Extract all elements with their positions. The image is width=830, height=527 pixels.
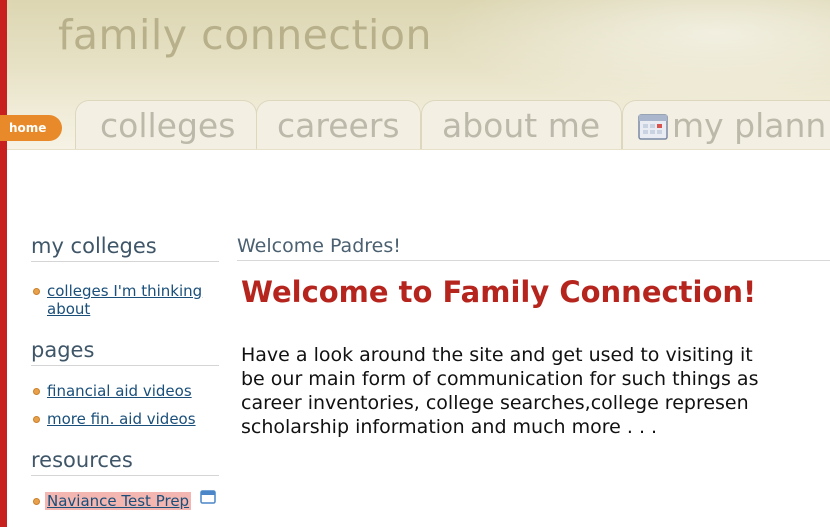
bullet-icon [33, 288, 40, 295]
external-window-icon[interactable] [200, 490, 216, 504]
header-glow [437, 0, 830, 110]
header-divider [7, 149, 830, 150]
tab-about-me[interactable]: about me [421, 100, 622, 150]
body-line: scholarship information and much more . … [241, 416, 658, 438]
tab-home[interactable]: home [0, 115, 62, 141]
left-accent-bar [0, 0, 7, 527]
bullet-icon [33, 388, 40, 395]
tab-careers-label: careers [277, 106, 400, 145]
body-line: career inventories, college searches,col… [241, 392, 749, 414]
tab-my-planner[interactable]: my plann [622, 100, 830, 150]
sidebar-heading-pages: pages [31, 336, 219, 366]
body-line: Have a look around the site and get used… [241, 344, 753, 366]
bullet-icon [33, 416, 40, 423]
tab-colleges-label: colleges [100, 106, 236, 145]
tab-colleges[interactable]: colleges [75, 100, 257, 150]
sidebar-link-label[interactable]: Naviance Test Prep [45, 492, 192, 510]
sidebar-link-label[interactable]: colleges I'm thinking about [47, 282, 217, 318]
sidebar-link-label[interactable]: more fin. aid videos [47, 410, 196, 428]
sidebar-heading-my-colleges: my colleges [31, 232, 219, 262]
welcome-heading: Welcome Padres! [237, 232, 830, 261]
site-title: family connection [58, 11, 432, 59]
tab-my-planner-label: my plann [672, 106, 827, 145]
sidebar-heading-resources: resources [31, 446, 219, 476]
calendar-icon [638, 104, 668, 140]
tab-about-me-label: about me [442, 106, 601, 145]
welcome-title: Welcome to Family Connection! [241, 275, 757, 309]
bullet-icon [33, 498, 40, 505]
tab-careers[interactable]: careers [256, 100, 421, 150]
body-line: be our main form of communication for su… [241, 368, 759, 390]
sidebar-link-label[interactable]: financial aid videos [47, 382, 192, 400]
welcome-body-text: Have a look around the site and get used… [241, 343, 830, 439]
